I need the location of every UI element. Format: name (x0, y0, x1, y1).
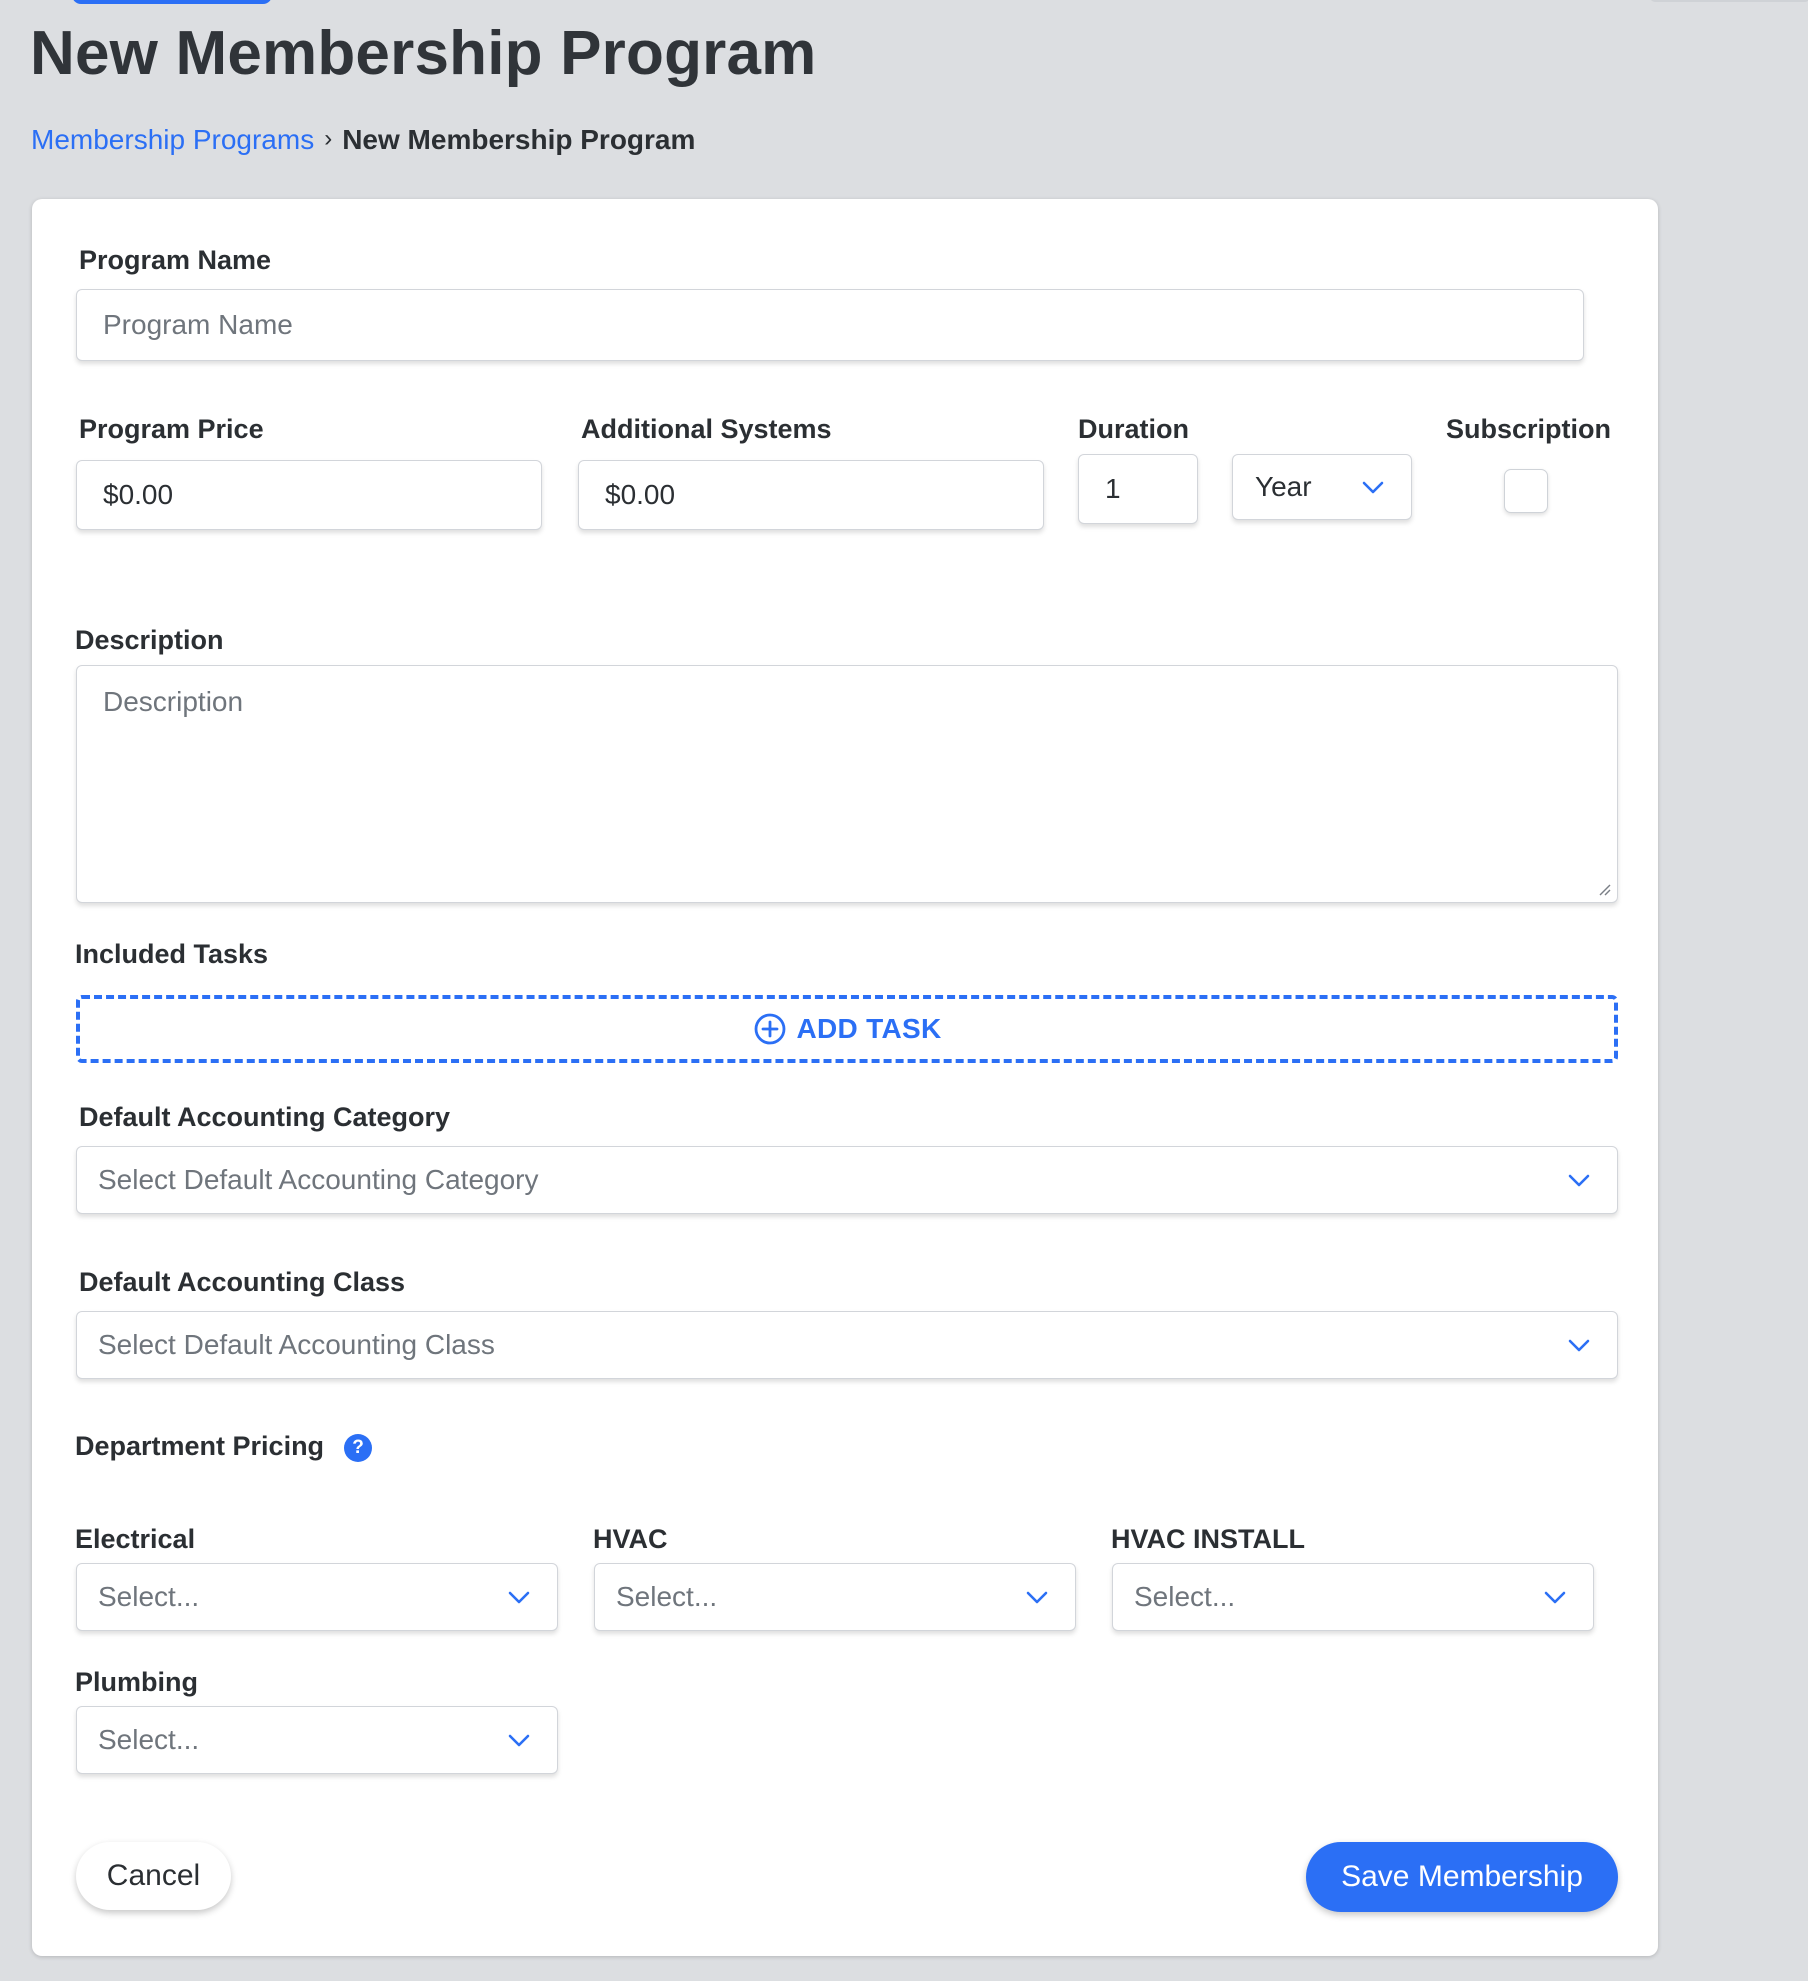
additional-systems-input[interactable]: $0.00 (578, 460, 1044, 530)
duration-label: Duration (1078, 414, 1189, 444)
add-task-button[interactable]: ADD TASK (76, 995, 1618, 1063)
program-name-placeholder: Program Name (103, 309, 293, 340)
included-tasks-label: Included Tasks (75, 939, 269, 969)
description-label: Description (75, 625, 224, 655)
chevron-down-icon (1362, 481, 1384, 494)
department-hvac-select[interactable]: Select... (594, 1563, 1076, 1631)
plus-circle-icon (754, 1013, 785, 1045)
description-placeholder: Description (103, 686, 244, 717)
description-textarea[interactable]: Description (76, 665, 1618, 903)
department-hvac-install-select[interactable]: Select... (1112, 1563, 1594, 1631)
department-hvac-placeholder: Select... (616, 1581, 718, 1612)
subscription-label: Subscription (1446, 414, 1612, 444)
department-plumbing-placeholder: Select... (98, 1724, 200, 1755)
accounting-class-select[interactable]: Select Default Accounting Class (76, 1311, 1618, 1379)
department-pricing-label: Department Pricing (75, 1431, 325, 1461)
page-title: New Membership Program (30, 19, 817, 88)
top-nav-pill (72, 0, 272, 4)
subscription-checkbox[interactable] (1504, 469, 1548, 513)
program-price-label: Program Price (79, 414, 264, 444)
membership-form-card: Program Name Program Name Program Price … (32, 199, 1658, 1956)
chevron-down-icon (1544, 1591, 1566, 1604)
chevron-down-icon (1026, 1591, 1048, 1604)
breadcrumb-parent-link[interactable]: Membership Programs (31, 124, 314, 156)
department-electrical-label: Electrical (75, 1524, 196, 1554)
department-hvac-label: HVAC (593, 1524, 668, 1554)
department-plumbing-label: Plumbing (75, 1667, 198, 1697)
chevron-down-icon (508, 1591, 530, 1604)
save-membership-button[interactable]: Save Membership (1306, 1842, 1618, 1912)
chevron-down-icon (1568, 1339, 1590, 1352)
accounting-category-label: Default Accounting Category (79, 1102, 451, 1132)
accounting-class-label: Default Accounting Class (79, 1267, 406, 1297)
department-hvac-install-placeholder: Select... (1134, 1581, 1236, 1612)
breadcrumb-separator: › (324, 125, 333, 152)
help-icon[interactable]: ? (344, 1434, 372, 1462)
chevron-down-icon (1568, 1174, 1590, 1187)
accounting-category-select[interactable]: Select Default Accounting Category (76, 1146, 1618, 1214)
department-electrical-placeholder: Select... (98, 1581, 200, 1612)
program-name-label: Program Name (79, 245, 272, 275)
department-electrical-select[interactable]: Select... (76, 1563, 558, 1631)
breadcrumb: Membership Programs › New Membership Pro… (31, 124, 695, 156)
resize-grip-icon[interactable] (1597, 882, 1611, 896)
top-nav-pill-right (1650, 0, 1808, 2)
additional-systems-label: Additional Systems (581, 414, 832, 444)
duration-unit-value: Year (1255, 471, 1312, 502)
additional-systems-value: $0.00 (605, 479, 676, 510)
chevron-down-icon (508, 1734, 530, 1747)
duration-value-input[interactable]: 1 (1078, 454, 1198, 524)
breadcrumb-current: New Membership Program (342, 124, 696, 155)
add-task-label: ADD TASK (796, 1013, 942, 1044)
cancel-button[interactable]: Cancel (76, 1842, 231, 1910)
department-hvac-install-label: HVAC INSTALL (1111, 1524, 1305, 1554)
department-plumbing-select[interactable]: Select... (76, 1706, 558, 1774)
duration-value: 1 (1105, 473, 1121, 504)
program-price-input[interactable]: $0.00 (76, 460, 542, 530)
accounting-class-placeholder: Select Default Accounting Class (98, 1329, 495, 1360)
program-name-input[interactable]: Program Name (76, 289, 1584, 361)
program-price-value: $0.00 (103, 479, 174, 510)
duration-unit-select[interactable]: Year (1232, 454, 1412, 520)
accounting-category-placeholder: Select Default Accounting Category (98, 1164, 539, 1195)
